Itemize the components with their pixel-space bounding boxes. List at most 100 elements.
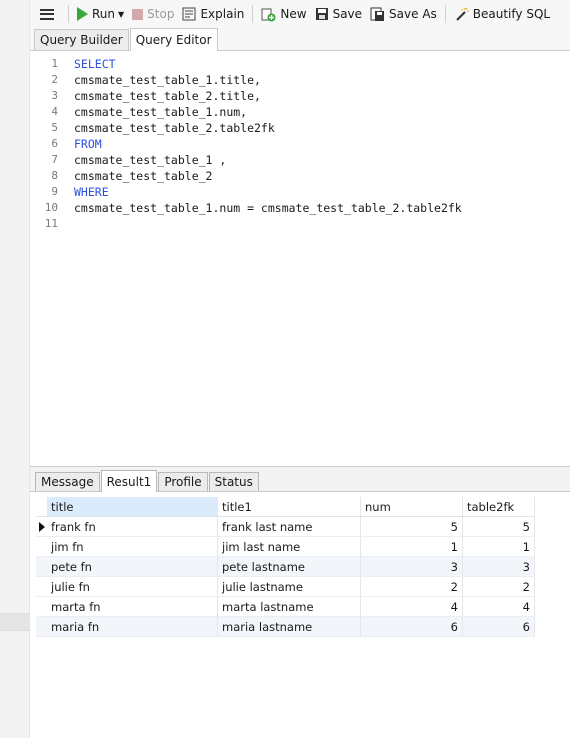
table-cell[interactable]: 4 — [463, 597, 535, 616]
table-cell[interactable]: jim last name — [218, 537, 361, 556]
table-cell[interactable]: 2 — [361, 577, 463, 596]
save-label: Save — [332, 7, 363, 21]
table-cell[interactable]: julie lastname — [218, 577, 361, 596]
code-text: WHERE — [74, 185, 109, 199]
line-number: 10 — [44, 201, 58, 214]
tab-query-builder[interactable]: Query Builder — [34, 29, 129, 50]
tab-profile[interactable]: Profile — [158, 472, 208, 491]
line-number: 4 — [51, 105, 58, 118]
new-button[interactable]: New — [257, 2, 310, 26]
tab-message[interactable]: Message — [35, 472, 100, 491]
code-text: cmsmate_test_table_2 — [74, 169, 213, 183]
row-indicator — [36, 537, 47, 556]
toolbar-separator — [68, 5, 69, 23]
line-number: 2 — [51, 73, 58, 86]
left-panel-selected-row[interactable] — [0, 613, 30, 631]
grid-header-row: title title1 num table2fk — [36, 497, 535, 517]
table-row[interactable]: maria fn maria lastname 6 6 — [36, 617, 535, 637]
table-cell[interactable]: 6 — [361, 617, 463, 636]
code-text: SELECT — [74, 57, 116, 71]
new-label: New — [280, 7, 307, 21]
table-cell[interactable]: 1 — [361, 537, 463, 556]
table-cell[interactable]: pete lastname — [218, 557, 361, 576]
row-indicator — [36, 557, 47, 576]
table-cell[interactable]: frank last name — [218, 517, 361, 536]
run-button[interactable]: Run ▼ — [73, 2, 128, 26]
beautify-sql-button[interactable]: Beautify SQL — [450, 2, 554, 26]
save-as-button[interactable]: Save As — [366, 2, 441, 26]
table-row[interactable]: jim fn jim last name 1 1 — [36, 537, 535, 557]
line-number: 1 — [51, 57, 58, 70]
column-header-title1[interactable]: title1 — [218, 497, 361, 516]
table-cell[interactable]: marta fn — [47, 597, 218, 616]
tab-result1[interactable]: Result1 — [100, 470, 158, 492]
explain-button[interactable]: Explain — [178, 2, 248, 26]
menu-button[interactable] — [30, 2, 64, 26]
results-grid[interactable]: title title1 num table2fk frank fn frank… — [36, 497, 535, 637]
code-text: cmsmate_test_table_1.title, — [74, 73, 261, 87]
play-icon — [77, 7, 88, 21]
save-icon — [315, 7, 329, 21]
table-cell[interactable]: frank fn — [47, 517, 218, 536]
row-indicator — [36, 577, 47, 596]
new-document-icon — [261, 7, 276, 22]
tab-status[interactable]: Status — [208, 472, 259, 491]
line-number: 3 — [51, 89, 58, 102]
table-cell[interactable]: 3 — [361, 557, 463, 576]
toolbar: Run ▼ Stop Explain New Save Save As Beau — [30, 0, 570, 28]
table-cell[interactable]: 5 — [361, 517, 463, 536]
code-text: FROM — [74, 137, 102, 151]
table-cell[interactable]: marta lastname — [218, 597, 361, 616]
table-cell[interactable]: 5 — [463, 517, 535, 536]
column-header-num[interactable]: num — [361, 497, 463, 516]
table-cell[interactable]: 1 — [463, 537, 535, 556]
hamburger-menu-icon — [40, 8, 54, 20]
table-cell[interactable]: 2 — [463, 577, 535, 596]
table-cell[interactable]: jim fn — [47, 537, 218, 556]
stop-button[interactable]: Stop — [128, 2, 178, 26]
code-text: cmsmate_test_table_2.title, — [74, 89, 261, 103]
results-panel: Message Result1 Profile Status title tit… — [30, 466, 570, 738]
line-number: 5 — [51, 121, 58, 134]
stop-icon — [132, 8, 144, 20]
table-cell[interactable]: 3 — [463, 557, 535, 576]
line-number: 7 — [51, 153, 58, 166]
tab-query-editor[interactable]: Query Editor — [129, 28, 218, 51]
left-panel-strip — [0, 0, 30, 738]
table-row[interactable]: frank fn frank last name 5 5 — [36, 517, 535, 537]
save-button[interactable]: Save — [311, 2, 366, 26]
explain-label: Explain — [200, 7, 245, 21]
toolbar-separator — [444, 5, 446, 23]
table-row[interactable]: pete fn pete lastname 3 3 — [36, 557, 535, 577]
save-as-label: Save As — [389, 7, 437, 21]
row-indicator — [36, 597, 47, 616]
chevron-down-icon[interactable]: ▼ — [118, 10, 124, 19]
table-row[interactable]: julie fn julie lastname 2 2 — [36, 577, 535, 597]
magic-wand-icon — [454, 7, 469, 22]
table-cell[interactable]: julie fn — [47, 577, 218, 596]
beautify-sql-label: Beautify SQL — [472, 7, 551, 21]
save-as-icon — [370, 7, 385, 22]
code-text: cmsmate_test_table_2.table2fk — [74, 121, 275, 135]
line-number: 9 — [51, 185, 58, 198]
column-header-table2fk[interactable]: table2fk — [463, 497, 535, 516]
row-pointer-icon — [38, 521, 45, 532]
table-cell[interactable]: pete fn — [47, 557, 218, 576]
sql-editor[interactable]: 1 SELECT 2 cmsmate_test_table_1.title, 3 cm… — [30, 52, 570, 466]
table-cell[interactable]: maria fn — [47, 617, 218, 636]
table-cell[interactable]: maria lastname — [218, 617, 361, 636]
run-label: Run — [92, 7, 116, 21]
column-header-title[interactable]: title — [47, 497, 218, 516]
row-indicator-header — [36, 497, 47, 516]
result-tabs: Message Result1 Profile Status — [30, 467, 570, 492]
table-cell[interactable]: 4 — [361, 597, 463, 616]
toolbar-separator — [252, 5, 254, 23]
code-text: cmsmate_test_table_1.num, — [74, 105, 248, 119]
table-cell[interactable]: 6 — [463, 617, 535, 636]
editor-tabs: Query Builder Query Editor — [30, 28, 570, 51]
line-number: 11 — [44, 217, 58, 230]
line-number: 8 — [51, 169, 58, 182]
table-row[interactable]: marta fn marta lastname 4 4 — [36, 597, 535, 617]
line-number: 6 — [51, 137, 58, 150]
explain-icon — [182, 7, 196, 21]
